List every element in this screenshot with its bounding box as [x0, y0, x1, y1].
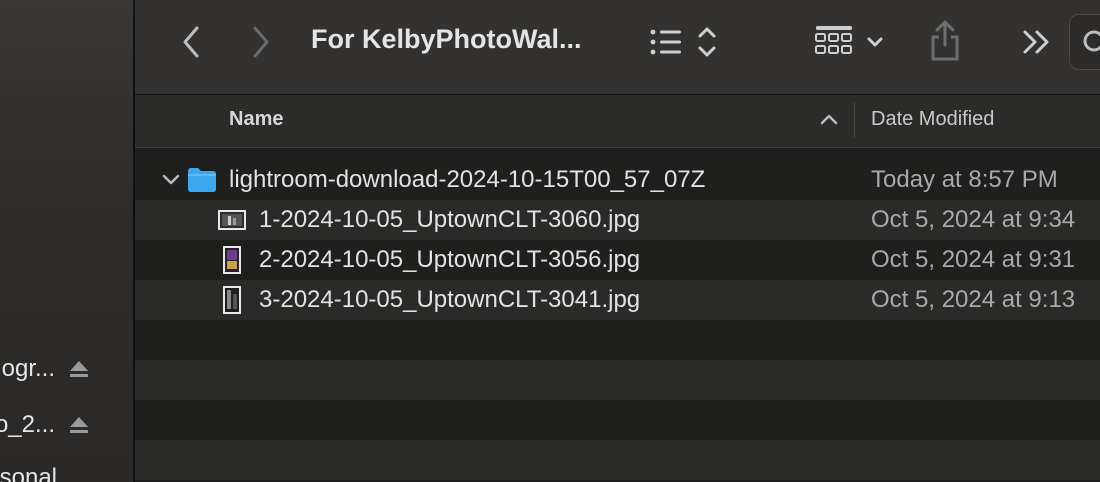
sidebar: ogr... o_2... sonal	[0, 0, 133, 482]
image-thumbnail-icon	[223, 286, 241, 314]
search-icon	[1083, 30, 1100, 52]
eject-icon[interactable]	[67, 357, 91, 381]
sidebar-item-personal[interactable]: sonal	[0, 458, 133, 482]
column-header: Name Date Modified	[135, 95, 1100, 148]
list-item-file[interactable]: 2-2024-10-05_UptownCLT-3056.jpg Oct 5, 2…	[135, 240, 1100, 280]
file-date: Oct 5, 2024 at 9:31	[871, 246, 1076, 273]
list-item-file[interactable]: 1-2024-10-05_UptownCLT-3060.jpg Oct 5, 2…	[135, 200, 1100, 240]
share-icon	[931, 20, 959, 61]
list-item-file[interactable]: 3-2024-10-05_UptownCLT-3041.jpg Oct 5, 2…	[135, 280, 1100, 320]
image-thumbnail-icon	[223, 246, 241, 274]
share-button[interactable]	[925, 18, 965, 64]
sidebar-item-volume-1[interactable]: ogr...	[0, 349, 133, 389]
sidebar-item-volume-2[interactable]: o_2...	[0, 405, 133, 445]
window-title: For KelbyPhotoWal...	[311, 24, 582, 54]
chevron-left-icon	[183, 26, 199, 58]
list-item-folder[interactable]: lightroom-download-2024-10-15T00_57_07Z …	[135, 160, 1100, 200]
file-name: lightroom-download-2024-10-15T00_57_07Z	[229, 166, 706, 193]
column-divider[interactable]	[854, 102, 855, 138]
name-column-header[interactable]: Name	[229, 108, 283, 131]
forward-button[interactable]	[243, 22, 279, 62]
folder-icon	[188, 168, 216, 192]
disclosure-triangle-icon[interactable]	[161, 172, 181, 188]
back-button[interactable]	[173, 22, 209, 62]
file-name: 3-2024-10-05_UptownCLT-3041.jpg	[259, 286, 641, 313]
image-thumbnail-icon	[218, 210, 246, 230]
file-list: lightroom-download-2024-10-15T00_57_07Z …	[135, 160, 1100, 480]
empty-rows	[135, 320, 1100, 480]
file-name: 2-2024-10-05_UptownCLT-3056.jpg	[259, 246, 641, 273]
group-button[interactable]	[811, 22, 891, 62]
list-view-icon	[650, 27, 716, 57]
chevron-right-icon	[253, 26, 269, 58]
more-toolbar-button[interactable]	[1017, 22, 1057, 62]
double-chevron-icon	[1023, 30, 1049, 54]
grid-group-icon	[815, 26, 883, 54]
date-modified-column-header[interactable]: Date Modified	[871, 108, 994, 131]
file-date: Oct 5, 2024 at 9:34	[871, 206, 1076, 233]
file-date: Today at 8:57 PM	[871, 166, 1058, 193]
sort-ascending-icon[interactable]	[819, 111, 839, 127]
sidebar-item-label: sonal	[0, 464, 57, 482]
file-name: 1-2024-10-05_UptownCLT-3060.jpg	[259, 206, 641, 233]
toolbar: For KelbyPhotoWal...	[135, 0, 1100, 95]
file-date: Oct 5, 2024 at 9:13	[871, 286, 1076, 313]
sidebar-item-label: o_2...	[0, 411, 55, 438]
sidebar-item-label: ogr...	[1, 355, 55, 382]
search-field[interactable]	[1069, 14, 1100, 70]
eject-icon[interactable]	[67, 413, 91, 437]
view-options-button[interactable]	[645, 22, 725, 62]
